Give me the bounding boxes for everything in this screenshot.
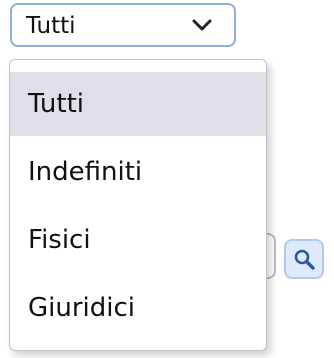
option-indefiniti[interactable]: Indefiniti [10, 140, 266, 204]
type-filter-select[interactable]: Tutti [10, 3, 236, 47]
select-dropdown-list: Tutti Indefiniti Fisici Giuridici [9, 59, 267, 351]
option-tutti[interactable]: Tutti [10, 72, 266, 136]
chevron-down-icon [192, 19, 212, 31]
option-giuridici[interactable]: Giuridici [10, 276, 266, 340]
select-current-value: Tutti [26, 13, 76, 39]
search-button[interactable] [284, 239, 324, 279]
search-icon [294, 249, 315, 270]
option-fisici[interactable]: Fisici [10, 208, 266, 272]
filter-panel: Tutti Tutti Indefiniti Fisici Giuridici [0, 0, 334, 358]
